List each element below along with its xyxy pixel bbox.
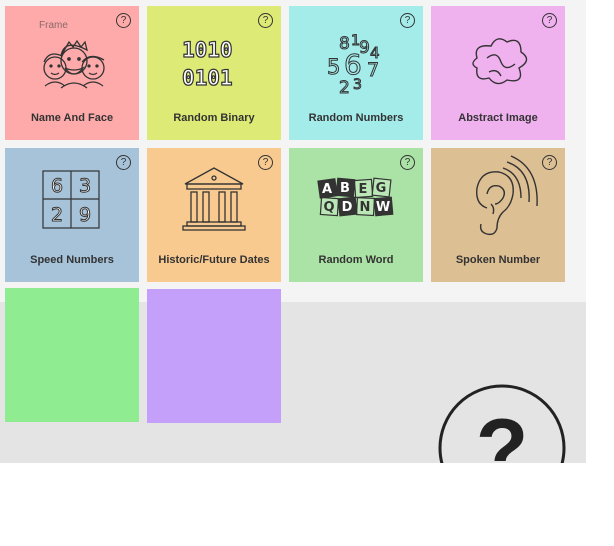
- tile-random-word[interactable]: A B E G Q D N W ? Random Word: [289, 148, 423, 282]
- help-icon[interactable]: ?: [116, 155, 131, 170]
- tile-label: Random Word: [318, 254, 394, 266]
- help-icon[interactable]: ?: [258, 155, 273, 170]
- help-icon[interactable]: ?: [542, 155, 557, 170]
- tile-label: Speed Numbers: [30, 254, 114, 266]
- big-help-glyph: ?: [476, 402, 529, 463]
- tile-label: Random Binary: [173, 112, 255, 124]
- help-icon[interactable]: ?: [258, 13, 273, 28]
- grid-digit: 6: [51, 175, 63, 197]
- tile-blank-purple[interactable]: [147, 289, 281, 423]
- tile-label: Historic/Future Dates: [158, 254, 270, 266]
- letter: Q: [323, 200, 334, 215]
- help-icon[interactable]: ?: [400, 155, 415, 170]
- letter: N: [360, 200, 371, 215]
- binary-row-2: 0101: [182, 66, 233, 90]
- tile-label: Abstract Image: [458, 112, 538, 124]
- tile-label: Random Numbers: [308, 112, 404, 124]
- tile-name-and-face[interactable]: Frame ? Name And Face: [5, 6, 139, 140]
- digit: 2: [339, 78, 350, 98]
- grid-digit: 2: [51, 204, 63, 226]
- digit: 5: [327, 55, 340, 79]
- grid-digit: 3: [79, 175, 91, 197]
- tile-historic-future-dates[interactable]: ? Historic/Future Dates: [147, 148, 281, 282]
- letter: W: [376, 200, 390, 215]
- tile-label: Spoken Number: [455, 254, 541, 266]
- tile-speed-numbers[interactable]: 6 3 2 9 ? Speed Numbers: [5, 148, 139, 282]
- big-help-button[interactable]: ?: [438, 384, 566, 463]
- tile-blank-green[interactable]: [5, 288, 139, 422]
- tile-label: Name And Face: [30, 112, 114, 124]
- letter: B: [340, 181, 350, 196]
- letter: E: [359, 182, 368, 197]
- grid-digit: 9: [79, 204, 91, 226]
- letter: D: [342, 200, 353, 215]
- letter: A: [322, 182, 332, 197]
- digit: 7: [367, 59, 379, 81]
- letter: G: [376, 181, 387, 196]
- digit: 3: [353, 77, 362, 93]
- tile-abstract-image[interactable]: ? Abstract Image: [431, 6, 565, 140]
- help-icon[interactable]: ?: [116, 13, 131, 28]
- tile-random-binary[interactable]: 1010 0101 ? Random Binary: [147, 6, 281, 140]
- tile-spoken-number[interactable]: ? Spoken Number: [431, 148, 565, 282]
- tile-random-numbers[interactable]: 8 1 9 4 5 6 7 2 3 ? Random Numbers: [289, 6, 423, 140]
- help-icon[interactable]: ?: [400, 13, 415, 28]
- binary-row-1: 1010: [182, 38, 233, 62]
- help-icon[interactable]: ?: [542, 13, 557, 28]
